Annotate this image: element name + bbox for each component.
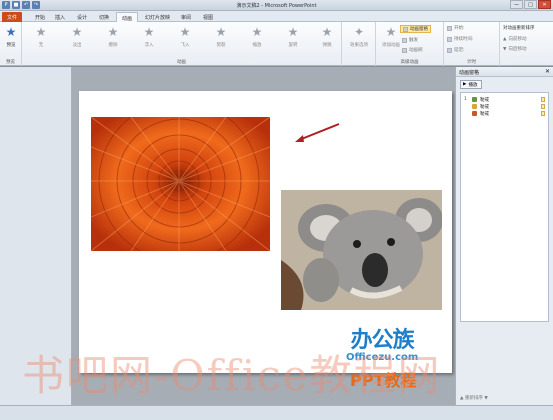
- down-arrow-icon: ▼: [503, 46, 507, 52]
- timing-group: 开始: 持续时间: 延迟: 计时: [444, 22, 500, 66]
- timeline-bar: [541, 97, 545, 102]
- maximize-button[interactable]: □: [524, 0, 537, 9]
- koala-picture: [281, 190, 442, 310]
- trigger-button[interactable]: 触发: [402, 37, 418, 43]
- start-field[interactable]: 开始:: [447, 25, 465, 31]
- effect-options-button[interactable]: ✦ 效果选项: [344, 25, 374, 55]
- motion-arrow-icon: [295, 123, 340, 142]
- effect-options-icon: ✦: [353, 25, 365, 39]
- animation-zoom[interactable]: ★ 缩放: [242, 25, 272, 55]
- tab-slideshow[interactable]: 幻灯片放映: [140, 12, 175, 22]
- timeline-bar: [541, 111, 545, 116]
- up-arrow-icon: ▲: [503, 36, 507, 42]
- preview-group: ★ 预览 预览: [0, 22, 22, 66]
- star-icon: ★: [35, 25, 47, 39]
- chrysanthemum-picture: [91, 117, 270, 251]
- duration-field[interactable]: 持续时间:: [447, 36, 474, 42]
- add-animation-icon: ★: [385, 25, 397, 39]
- move-later-button[interactable]: ▼ 向后移动: [503, 46, 526, 53]
- reorder-control[interactable]: ▲ 重新排序 ▼: [460, 395, 488, 401]
- delay-icon: [447, 47, 452, 53]
- animation-pane-icon: [403, 26, 408, 32]
- animation-fly-in[interactable]: ★ 飞入: [170, 25, 200, 55]
- animation-split[interactable]: ★ 劈裂: [206, 25, 236, 55]
- reorder-group: 对动画重新排序 ▲ 向前移动 ▼ 向后移动: [500, 22, 553, 66]
- painter-icon: [402, 47, 407, 53]
- star-icon: ★: [287, 25, 299, 39]
- advanced-animation-group: ★ 添加动画 动画窗格 触发 动画刷 高级动画: [376, 22, 444, 66]
- close-button[interactable]: ✕: [538, 0, 551, 9]
- close-pane-icon[interactable]: ✕: [545, 68, 550, 75]
- tab-home[interactable]: 开始: [30, 12, 50, 22]
- window-controls: — □ ✕: [510, 0, 551, 9]
- reorder-title: 对动画重新排序: [503, 26, 535, 31]
- list-item[interactable]: 1 勒戒: [464, 96, 545, 103]
- entrance-effect-icon: [472, 104, 477, 109]
- tab-insert[interactable]: 插入: [50, 12, 70, 22]
- tab-review[interactable]: 审阅: [176, 12, 196, 22]
- animation-pane: 动画窗格 ✕ ▶ 播放 1 勒戒 勒戒 勒戒 ▲ 重新排序 ▼: [455, 67, 553, 405]
- trigger-icon: [402, 37, 407, 43]
- animation-painter-button[interactable]: 动画刷: [402, 47, 423, 53]
- timeline-bar: [541, 104, 545, 109]
- tab-view[interactable]: 视图: [198, 12, 218, 22]
- tab-design[interactable]: 设计: [72, 12, 92, 22]
- list-item[interactable]: 勒戒: [464, 110, 545, 117]
- ribbon-tabs: 文件 开始 插入 设计 切换 动画 幻灯片放映 审阅 视图: [0, 11, 553, 22]
- move-earlier-button[interactable]: ▲ 向前移动: [503, 36, 526, 43]
- flower-image[interactable]: [91, 117, 270, 251]
- star-icon: ★: [321, 25, 333, 39]
- delay-field[interactable]: 延迟:: [447, 47, 465, 53]
- animation-gallery-group: ★ 无 ★ 淡出 ★ 擦除 ★ 浮入 ★ 飞入 ★ 劈裂 ★ 缩放 ★ 旋转 ★ 弹跳 动画: [22, 22, 342, 66]
- animation-pane-header: 动画窗格 ✕: [456, 67, 553, 77]
- tab-transitions[interactable]: 切换: [94, 12, 114, 22]
- star-icon: ★: [143, 25, 155, 39]
- animation-pane-button[interactable]: 动画窗格: [400, 25, 431, 33]
- up-arrow-icon: ▲: [460, 396, 464, 401]
- title-bar: P ■ ↶ ↷ 演示文稿2 - Microsoft PowerPoint — □…: [0, 0, 553, 11]
- window-title: 演示文稿2 - Microsoft PowerPoint: [236, 3, 317, 9]
- star-icon: ★: [251, 25, 263, 39]
- animation-list: 1 勒戒 勒戒 勒戒: [460, 92, 549, 322]
- animation-fade[interactable]: ★ 淡出: [62, 25, 92, 55]
- animation-spin[interactable]: ★ 旋转: [278, 25, 308, 55]
- star-icon: ★: [179, 25, 191, 39]
- play-icon: ▶: [463, 82, 467, 87]
- animation-none[interactable]: ★ 无: [26, 25, 56, 55]
- animation-float-in[interactable]: ★ 浮入: [134, 25, 164, 55]
- down-arrow-icon: ▼: [484, 396, 488, 401]
- star-icon: ★: [215, 25, 227, 39]
- animation-wipe[interactable]: ★ 擦除: [98, 25, 128, 55]
- animation-bounce[interactable]: ★ 弹跳: [312, 25, 342, 55]
- duration-icon: [447, 36, 452, 42]
- list-item[interactable]: 勒戒: [464, 103, 545, 110]
- preview-star-icon: ★: [5, 25, 17, 39]
- exit-effect-icon: [472, 111, 477, 116]
- star-icon: ★: [71, 25, 83, 39]
- tab-file[interactable]: 文件: [2, 12, 22, 22]
- site-watermark: 书吧网-Office教程网: [22, 351, 442, 400]
- minimize-button[interactable]: —: [510, 0, 523, 9]
- play-button[interactable]: ▶ 播放: [460, 80, 482, 89]
- status-bar: [0, 405, 553, 420]
- start-icon: [447, 25, 452, 31]
- ribbon: ★ 预览 预览 ★ 无 ★ 淡出 ★ 擦除 ★ 浮入 ★ 飞入 ★ 劈裂 ★ 缩放 ★ 旋转 ★…: [0, 22, 553, 66]
- tab-animations[interactable]: 动画: [116, 12, 139, 22]
- effect-options-group: ✦ 效果选项: [342, 22, 376, 66]
- motion-path-icon: [472, 97, 477, 102]
- star-icon: ★: [107, 25, 119, 39]
- koala-image[interactable]: [281, 190, 442, 310]
